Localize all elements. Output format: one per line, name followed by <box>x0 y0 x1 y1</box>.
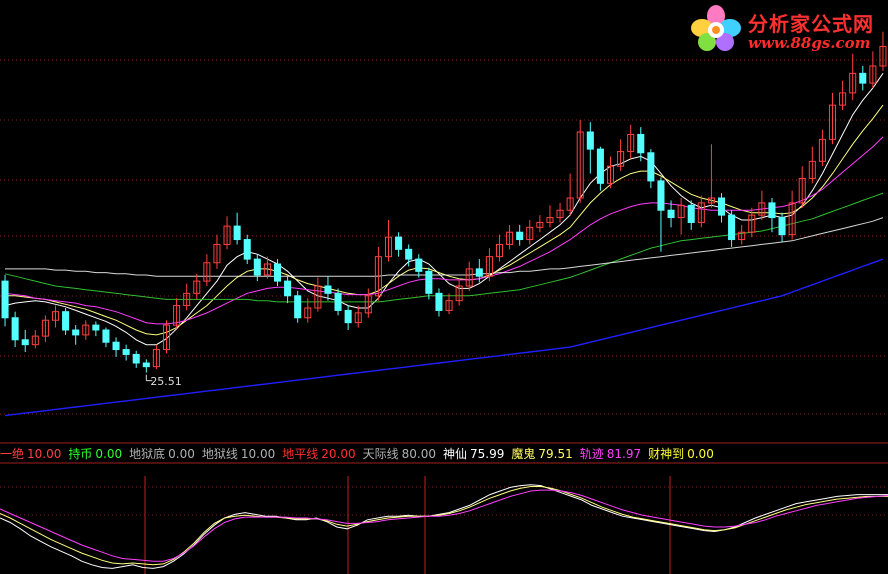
candle-down <box>637 133 645 154</box>
indicator-item: 魔鬼 79.51 <box>511 445 572 462</box>
chart-canvas <box>0 31 888 574</box>
candle-down <box>768 202 776 219</box>
candle-down <box>11 317 19 341</box>
indicator-item: 天际线 80.00 <box>363 445 436 462</box>
candle-down <box>142 362 150 368</box>
flower-logo-icon <box>691 5 741 51</box>
indicator-item: 地平线 20.00 <box>282 445 355 462</box>
candle-down <box>243 239 251 260</box>
candle-down <box>112 341 120 351</box>
indicator-item: 神仙 75.99 <box>443 445 504 462</box>
indicator-value: 10.00 <box>240 446 276 461</box>
candle-down <box>657 180 665 211</box>
indicator-item: 轨迹 81.97 <box>580 445 641 462</box>
indicator-name: 财神到 <box>648 446 685 461</box>
candle-down <box>475 268 483 277</box>
site-logo: 分析家公式网 www.88gs.com <box>688 4 884 54</box>
low-price-label: 25.51 <box>150 374 182 388</box>
candle-down <box>233 225 241 241</box>
candle-down <box>273 263 282 282</box>
logo-url: www.88gs.com <box>748 34 871 52</box>
candle-down <box>717 197 726 216</box>
oscillator-line-3 <box>0 489 888 562</box>
candlestick-series <box>1 31 887 373</box>
candle-down <box>344 309 352 324</box>
candle-down <box>405 248 413 260</box>
indicator-name: 持币 <box>68 446 93 461</box>
indicator-name: 地平线 <box>282 446 319 461</box>
indicator-value: 81.97 <box>606 446 642 461</box>
main-chart-grid <box>0 59 888 464</box>
candle-down <box>294 295 302 319</box>
indicator-name: 地狱线 <box>201 446 238 461</box>
candle-down <box>1 280 9 319</box>
candle-down <box>395 236 403 250</box>
indicator-legend-bar: 一绝 10.00 持币 0.00 地狱底 0.00 地狱线 10.00 地平线 20.00… <box>0 443 888 463</box>
candle-down <box>859 72 867 84</box>
candle-down <box>334 292 342 311</box>
indicator-name: 一绝 <box>0 446 25 461</box>
oscillator-line-1 <box>0 484 888 569</box>
candle-down <box>728 214 736 241</box>
candle-down <box>667 209 675 219</box>
candle-down <box>21 339 29 346</box>
candle-down <box>253 258 261 276</box>
candle-down <box>778 217 786 236</box>
indicator-item: 一绝 10.00 <box>0 445 61 462</box>
indicator-value: 0.00 <box>687 446 714 461</box>
indicator-name: 轨迹 <box>579 446 604 461</box>
candle-down <box>647 152 655 182</box>
oscillator-line-2 <box>0 486 888 566</box>
candle-down <box>687 204 695 223</box>
candle-down <box>122 349 130 355</box>
indicator-value: 20.00 <box>321 446 356 461</box>
candle-down <box>92 324 100 331</box>
logo-title: 分析家公式网 <box>748 12 874 36</box>
indicator-name: 地狱底 <box>129 446 166 461</box>
candle-down <box>596 148 604 184</box>
indicator-name: 魔鬼 <box>511 446 536 461</box>
indicator-name: 天际线 <box>362 446 399 461</box>
candle-down <box>72 329 80 336</box>
candle-down <box>415 258 423 272</box>
candle-down <box>586 131 594 150</box>
indicator-name: 神仙 <box>442 446 467 461</box>
indicator-value: 10.00 <box>27 446 62 461</box>
indicator-value: 0.00 <box>168 446 195 461</box>
candle-down <box>132 353 140 364</box>
oscillator-lines <box>0 484 888 569</box>
indicator-value: 0.00 <box>95 446 123 461</box>
indicator-item: 持币 0.00 <box>68 445 122 462</box>
indicator-item: 地狱线 10.00 <box>202 445 275 462</box>
candle-down <box>435 292 443 311</box>
candle-down <box>284 280 292 297</box>
candle-down <box>62 311 70 331</box>
ma-line-6 <box>4 258 884 417</box>
indicator-value: 80.00 <box>401 446 436 461</box>
candle-down <box>324 285 332 294</box>
candle-down <box>425 270 433 294</box>
indicator-item: 地狱底 0.00 <box>129 445 195 462</box>
candle-down <box>516 231 524 241</box>
indicator-value: 79.51 <box>538 446 573 461</box>
candle-down <box>102 329 110 343</box>
indicator-item: 财神到 0.00 <box>648 445 714 462</box>
indicator-value: 75.99 <box>469 446 505 461</box>
